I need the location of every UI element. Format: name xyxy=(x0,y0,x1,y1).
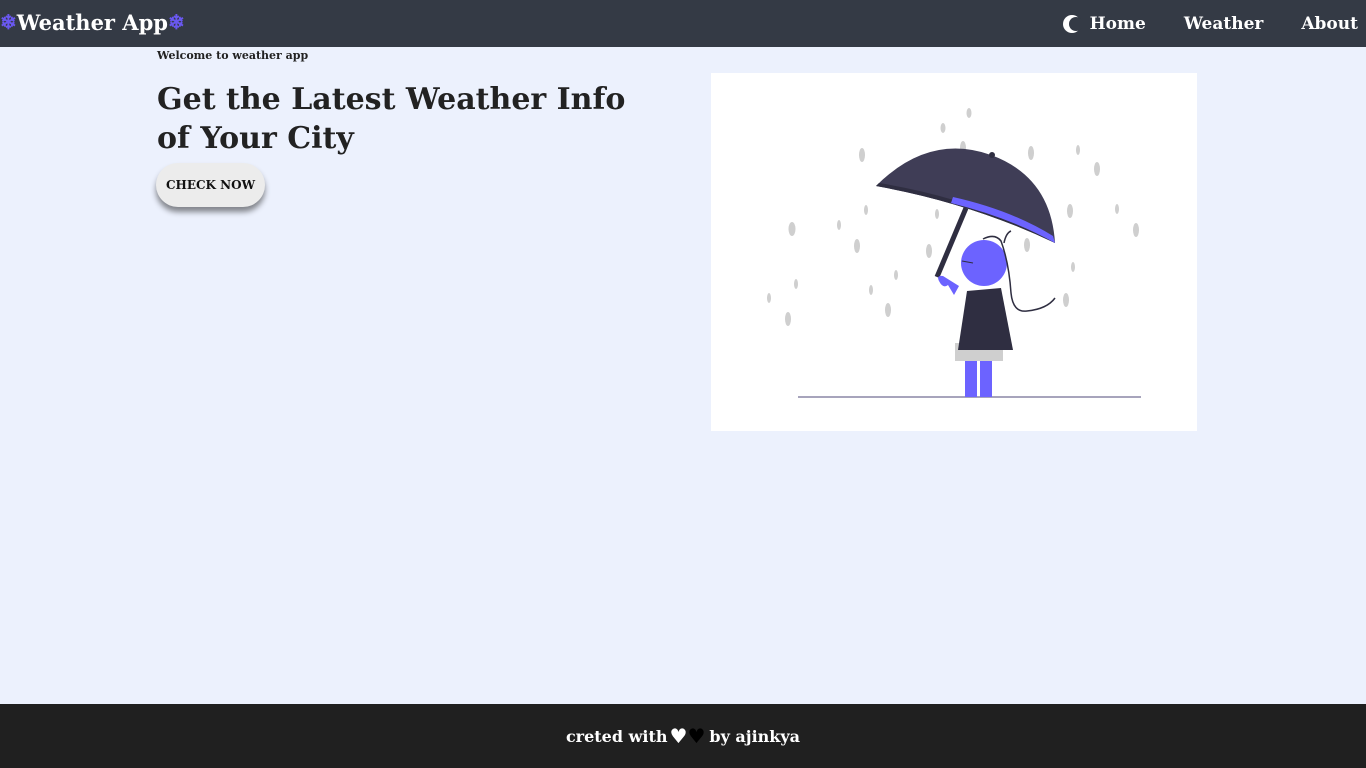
white-heart-icon: ♥ xyxy=(669,724,688,748)
footer-text-after: by ajinkya xyxy=(709,726,801,746)
brand-logo[interactable]: ❄ Weather App ❄ xyxy=(0,6,185,38)
theme-toggle-button[interactable] xyxy=(1062,14,1082,34)
footer: creted with ♥ ♥ by ajinkya xyxy=(0,704,1366,768)
hero-headline: Get the Latest Weather Info of Your City xyxy=(157,82,626,156)
black-heart-icon: ♥ xyxy=(687,724,706,748)
check-now-button[interactable]: CHECK NOW xyxy=(156,163,265,207)
nav-link-about[interactable]: About xyxy=(1301,14,1358,34)
hero-illustration xyxy=(711,73,1197,431)
nav-link-weather[interactable]: Weather xyxy=(1184,14,1264,34)
moon-icon xyxy=(1062,15,1082,33)
nav-link-home[interactable]: Home xyxy=(1090,14,1146,34)
snowflake-icon: ❄ xyxy=(0,10,17,34)
snowflake-icon: ❄ xyxy=(167,10,185,34)
welcome-subtitle: Welcome to weather app xyxy=(157,49,309,62)
nav-links: Home Weather About xyxy=(1062,10,1366,38)
brand-name: Weather App xyxy=(16,9,168,35)
girl-with-umbrella-in-rain-icon xyxy=(767,108,1141,398)
footer-text-before: creted with xyxy=(565,726,668,746)
navbar: ❄ Weather App ❄ Home Weather About xyxy=(0,0,1366,47)
